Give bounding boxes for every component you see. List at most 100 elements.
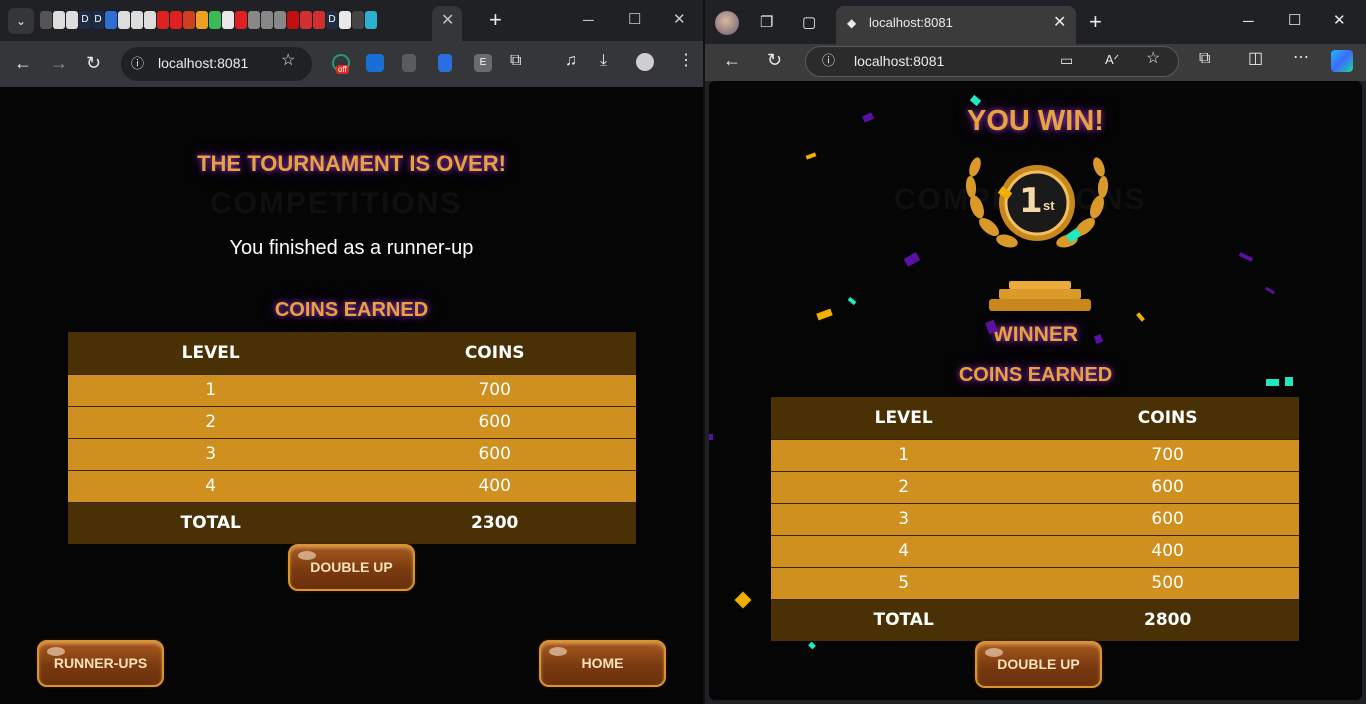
level-cell: 2 [771, 470, 1037, 503]
tab-actions-icon[interactable]: ▢ [802, 15, 816, 30]
coins-table: LEVEL COINS 1 700 2 600 3 600 4 400 TOTAL 230… [68, 332, 636, 544]
confetti-piece [1136, 312, 1145, 322]
tab-favicon-d[interactable]: D [79, 11, 91, 29]
close-window-icon[interactable]: ✕ [673, 12, 686, 27]
youtube-icon[interactable] [235, 11, 247, 29]
site-info-icon[interactable]: ⓘ [822, 53, 835, 69]
home-label: HOME [581, 655, 624, 671]
menu-icon[interactable]: ⋮ [678, 53, 694, 69]
url-text[interactable]: localhost:8081 [158, 55, 248, 71]
tab-favicon[interactable] [209, 11, 221, 29]
pen-extension-icon[interactable] [438, 54, 452, 72]
confetti-piece [1285, 377, 1293, 386]
close-tab-icon[interactable]: ✕ [1053, 15, 1066, 31]
close-window-icon[interactable]: ✕ [1333, 13, 1346, 28]
level-cell: 1 [771, 438, 1037, 471]
favorites-icon[interactable]: ☆ [1146, 51, 1160, 67]
tab-favicon[interactable] [365, 11, 377, 29]
tab-favicon[interactable] [352, 11, 364, 29]
page-title: YOU WIN! [967, 105, 1104, 137]
github-icon[interactable] [118, 11, 130, 29]
google-icon[interactable] [222, 11, 234, 29]
tab-favicon[interactable] [248, 11, 260, 29]
minimize-icon[interactable]: ─ [1243, 14, 1254, 29]
level-cell: 4 [68, 469, 354, 502]
profile-avatar[interactable] [636, 53, 654, 71]
confetti-piece [734, 591, 752, 609]
maximize-icon[interactable]: ☐ [628, 12, 641, 27]
copilot-icon[interactable] [1331, 50, 1353, 72]
tab-favicon-d[interactable]: D [92, 11, 104, 29]
back-icon[interactable]: ← [14, 54, 32, 72]
minimize-icon[interactable]: ─ [583, 13, 594, 28]
close-tab-icon[interactable]: ✕ [441, 13, 454, 29]
forward-icon[interactable]: → [50, 54, 68, 72]
runner-ups-button[interactable]: RUNNER-UPS [37, 640, 164, 687]
download-icon[interactable]: ⤓ [600, 53, 607, 69]
confetti-piece [808, 641, 816, 650]
confetti-piece [805, 152, 817, 160]
level-cell: 5 [771, 566, 1037, 599]
tab-title[interactable]: localhost:8081 [869, 15, 953, 31]
home-button[interactable]: HOME [539, 640, 666, 687]
maximize-icon[interactable]: ☐ [1288, 13, 1301, 28]
new-tab-icon[interactable]: + [489, 9, 502, 31]
menu-icon[interactable]: ⋯ [1293, 50, 1309, 66]
coins-cell: 700 [1036, 438, 1299, 471]
level-cell: 3 [68, 437, 354, 470]
confetti-piece [1264, 286, 1276, 295]
github-icon[interactable] [66, 11, 78, 29]
workspaces-icon[interactable]: ❐ [760, 15, 773, 30]
tab-favicon[interactable] [40, 11, 52, 29]
tab-favicon[interactable] [274, 11, 286, 29]
read-aloud-icon[interactable]: Aᐟ [1105, 52, 1119, 68]
double-up-button[interactable]: DOUBLE UP [975, 641, 1102, 688]
url-text[interactable]: localhost:8081 [854, 53, 944, 69]
youtube-icon[interactable] [157, 11, 169, 29]
eyedropper-icon[interactable] [402, 54, 416, 72]
reload-icon[interactable]: ↻ [767, 51, 782, 69]
new-tab-icon[interactable]: + [1089, 11, 1102, 33]
github-icon[interactable] [131, 11, 143, 29]
level-cell: 1 [68, 373, 354, 406]
tab-search-icon[interactable]: ⌄ [8, 8, 34, 34]
extensions-icon[interactable]: ⧉ [1199, 51, 1210, 67]
back-icon[interactable]: ← [723, 51, 741, 69]
tab-favicon[interactable] [183, 11, 195, 29]
confetti-piece [847, 296, 857, 306]
tab-favicon: ◆ [847, 16, 857, 30]
youtube-icon[interactable] [170, 11, 182, 29]
double-up-button[interactable]: DOUBLE UP [288, 544, 415, 591]
coins-header: COINS [1036, 397, 1299, 439]
site-info-icon[interactable]: ⓘ [131, 56, 144, 72]
extension-e-icon[interactable]: E [474, 54, 492, 72]
split-screen-icon[interactable]: ◫ [1248, 51, 1263, 67]
profile-avatar[interactable] [715, 11, 739, 35]
tab-favicon[interactable] [313, 11, 325, 29]
table-row: 2 600 [68, 405, 636, 438]
extensions-icon[interactable]: ⧉ [510, 53, 521, 69]
star-icon[interactable]: ☆ [281, 53, 295, 69]
clipboard-icon[interactable]: ▭ [1060, 52, 1073, 68]
screenshot-extension-icon[interactable] [366, 54, 384, 72]
tab-favicon[interactable] [196, 11, 208, 29]
total-row: TOTAL 2300 [68, 501, 636, 544]
off-badge: off [336, 65, 349, 74]
tab-favicon[interactable] [105, 11, 117, 29]
runner-ups-label: RUNNER-UPS [53, 655, 148, 671]
media-controls-icon[interactable]: ♫ [565, 53, 577, 69]
background-decoration: COMPETITIONS [210, 187, 463, 220]
github-icon[interactable] [144, 11, 156, 29]
coins-cell: 600 [1036, 502, 1299, 535]
google-icon[interactable] [339, 11, 351, 29]
github-icon[interactable] [53, 11, 65, 29]
gmail-icon[interactable] [300, 11, 312, 29]
tab-favicon-d[interactable]: D [326, 11, 338, 29]
tab-favicon[interactable] [261, 11, 273, 29]
double-up-label: DOUBLE UP [997, 656, 1080, 672]
table-row: 3 600 [68, 437, 636, 470]
coins-cell: 500 [1036, 566, 1299, 599]
tab-favicon[interactable] [287, 11, 299, 29]
table-row: 4 400 [771, 534, 1299, 567]
reload-icon[interactable]: ↻ [86, 54, 101, 72]
